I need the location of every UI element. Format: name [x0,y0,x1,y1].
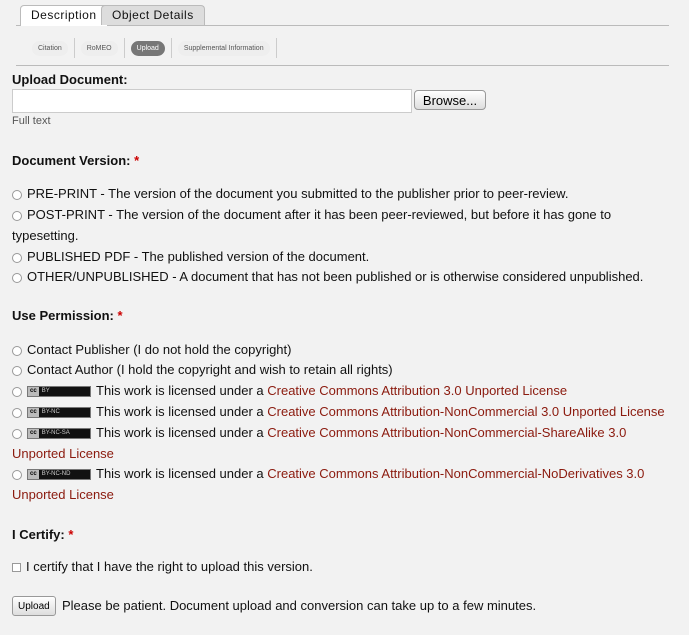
permission-option-cc-by-nc-sa[interactable]: cc BY-NC-SA This work is licensed under a … [12,422,679,464]
option-label: This work is licensed under a [96,404,268,419]
radio-button[interactable] [12,365,22,376]
cc-badge-icon: cc BY-NC-SA [27,428,91,440]
subnav-citation[interactable]: Citation [32,40,68,56]
divider [275,38,277,58]
version-option-published[interactable]: PUBLISHED PDF - The published version of… [12,246,679,267]
browse-button[interactable]: Browse... [414,90,486,110]
subnav-supplemental[interactable]: Supplemental Information [177,40,270,56]
certify-label: I certify that I have the right to uploa… [26,559,313,574]
permission-option-author[interactable]: Contact Author (I hold the copyright and… [12,359,679,380]
radio-button[interactable] [12,345,22,356]
license-link[interactable]: Creative Commons Attribution-NonCommerci… [267,404,664,419]
tab-object-details[interactable]: Object Details [101,5,205,25]
upload-hint: Full text [12,115,51,127]
option-label: Contact Publisher (I do not hold the cop… [27,342,292,357]
version-option-postprint[interactable]: POST-PRINT - The version of the document… [12,204,679,246]
required-marker: * [134,153,140,168]
required-marker: * [68,527,74,542]
permission-option-cc-by-nc-nd[interactable]: cc BY-NC-ND This work is licensed under a … [12,463,679,505]
tab-description[interactable]: Description [20,5,108,26]
tab-bar: Description Object Details [16,5,669,26]
option-label: PRE-PRINT - The version of the document … [27,186,569,201]
permission-heading: Use Permission: [12,308,114,323]
radio-button[interactable] [12,210,22,221]
option-label: PUBLISHED PDF - The published version of… [27,249,370,264]
radio-button[interactable] [12,189,22,200]
upload-button[interactable]: Upload [12,596,56,616]
certify-checkbox[interactable] [12,563,21,573]
option-label: OTHER/UNPUBLISHED - A document that has … [27,269,644,284]
radio-button[interactable] [12,386,22,397]
upload-note: Please be patient. Document upload and c… [62,598,537,613]
version-heading: Document Version: [12,153,131,168]
certify-checkbox-row[interactable]: I certify that I have the right to uploa… [12,556,679,577]
sub-navigation: Citation RoMEO Upload Supplemental Infor… [26,38,277,58]
version-option-other[interactable]: OTHER/UNPUBLISHED - A document that has … [12,266,679,287]
required-marker: * [117,308,123,323]
cc-badge-icon: cc BY-NC-ND [27,469,91,481]
file-input[interactable] [12,89,412,113]
option-label: This work is licensed under a [96,466,268,481]
radio-button[interactable] [12,428,22,439]
divider [16,65,669,66]
option-label: This work is licensed under a [96,425,268,440]
upload-heading: Upload Document: [12,72,128,87]
option-label: Contact Author (I hold the copyright and… [27,362,393,377]
license-link[interactable]: Creative Commons Attribution 3.0 Unporte… [267,383,567,398]
permission-option-cc-by[interactable]: cc BY This work is licensed under a Creati… [12,380,679,401]
subnav-romeo[interactable]: RoMEO [80,40,118,56]
permission-option-cc-by-nc[interactable]: cc BY-NC This work is licensed under a Cre… [12,401,679,422]
version-option-preprint[interactable]: PRE-PRINT - The version of the document … [12,183,679,204]
radio-button[interactable] [12,469,22,480]
cc-badge-icon: cc BY-NC [27,407,91,419]
radio-button[interactable] [12,272,22,283]
divider [123,38,125,58]
divider [73,38,75,58]
radio-button[interactable] [12,407,22,418]
permission-option-publisher[interactable]: Contact Publisher (I do not hold the cop… [12,339,679,360]
divider [170,38,172,58]
option-label: POST-PRINT - The version of the document… [12,207,612,243]
radio-button[interactable] [12,252,22,263]
cc-badge-icon: cc BY [27,386,91,398]
subnav-upload[interactable]: Upload [130,40,165,56]
option-label: This work is licensed under a [96,383,268,398]
certify-heading: I Certify: [12,527,65,542]
